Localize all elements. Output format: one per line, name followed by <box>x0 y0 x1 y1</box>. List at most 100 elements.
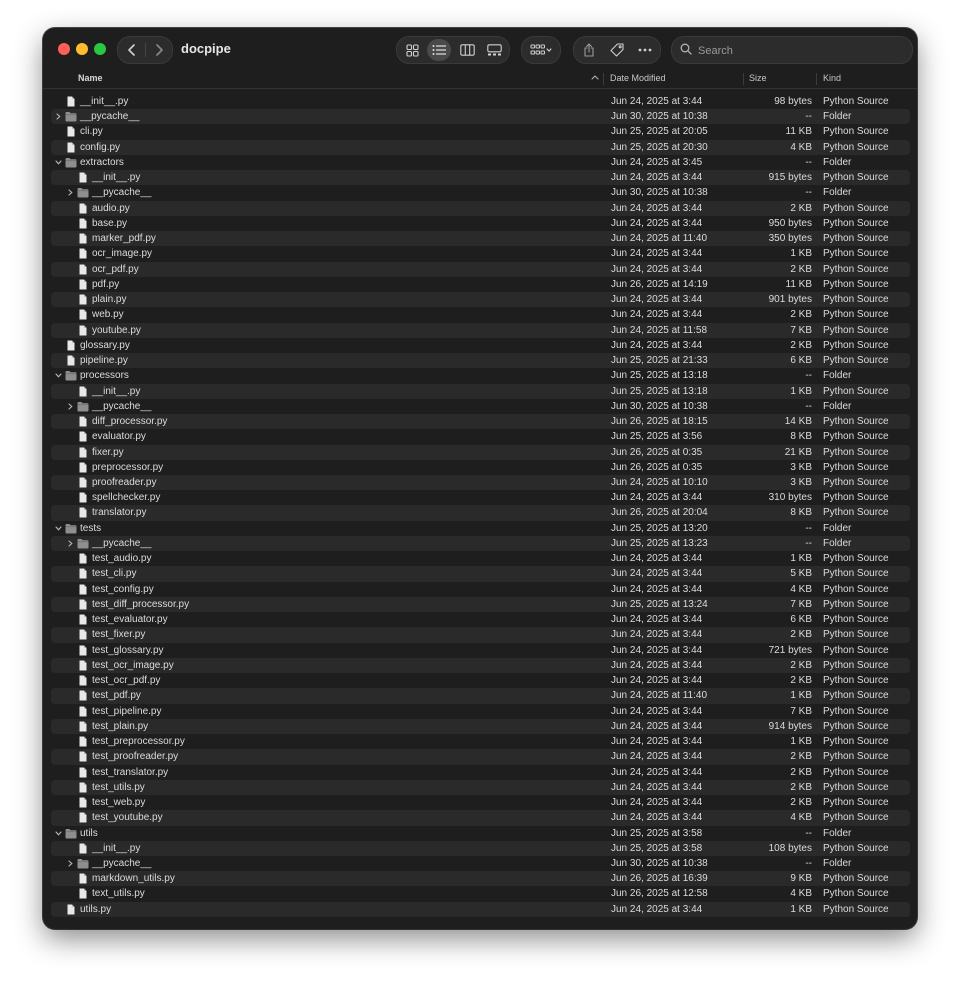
tag-icon <box>610 43 624 57</box>
file-row[interactable]: text_utils.py Jun 26, 2025 at 12:58 4 KB Py… <box>51 886 910 901</box>
zoom-window-button[interactable] <box>94 43 106 55</box>
disclosure-expanded-button[interactable] <box>53 155 63 170</box>
file-row[interactable]: evaluator.py Jun 25, 2025 at 3:56 8 KB Pyth… <box>51 429 910 444</box>
disclosure-collapsed-button[interactable] <box>65 536 75 551</box>
item-kind: Folder <box>823 400 852 412</box>
column-divider[interactable] <box>603 73 604 85</box>
file-row[interactable]: test_utils.py Jun 24, 2025 at 3:44 2 KB Pyt… <box>51 779 910 796</box>
file-row[interactable]: audio.py Jun 24, 2025 at 3:44 2 KB Python S… <box>51 200 910 216</box>
file-row[interactable]: pdf.py Jun 26, 2025 at 14:19 11 KB Python S… <box>51 277 910 292</box>
file-row[interactable]: test_audio.py Jun 24, 2025 at 3:44 1 KB Pyt… <box>51 551 910 566</box>
file-row[interactable]: preprocessor.py Jun 26, 2025 at 0:35 3 KB P… <box>51 460 910 475</box>
file-row[interactable]: test_pdf.py Jun 24, 2025 at 11:40 1 KB Pyth… <box>51 688 910 704</box>
disclosure-collapsed-button[interactable] <box>65 856 75 871</box>
folder-row[interactable]: extractors Jun 24, 2025 at 3:45 -- Folder <box>51 155 910 170</box>
file-row[interactable]: test_youtube.py Jun 24, 2025 at 3:44 4 KB P… <box>51 810 910 826</box>
item-name: test_preprocessor.py <box>92 736 185 748</box>
file-row[interactable]: test_config.py Jun 24, 2025 at 3:44 4 KB Py… <box>51 582 910 597</box>
gallery-view-button[interactable] <box>482 39 506 61</box>
list-view-button[interactable] <box>427 39 451 61</box>
disclosure-expanded-button[interactable] <box>53 826 63 841</box>
item-size: 4 KB <box>790 812 812 824</box>
file-row[interactable]: ocr_image.py Jun 24, 2025 at 3:44 1 KB Pyth… <box>51 246 910 261</box>
minimize-window-button[interactable] <box>76 43 88 55</box>
file-row[interactable]: test_fixer.py Jun 24, 2025 at 3:44 2 KB Pyt… <box>51 627 910 643</box>
disclosure-collapsed-button[interactable] <box>65 399 75 414</box>
file-row[interactable]: youtube.py Jun 24, 2025 at 11:58 7 KB Pytho… <box>51 322 910 338</box>
folder-row[interactable]: __pycache__ Jun 25, 2025 at 13:23 -- Folder <box>51 535 910 552</box>
column-divider[interactable] <box>816 73 817 85</box>
item-kind: Python Source <box>823 96 889 107</box>
file-row[interactable]: __init__.py Jun 25, 2025 at 13:18 1 KB Pyth… <box>51 383 910 399</box>
disclosure-collapsed-button[interactable] <box>65 185 75 200</box>
group-by-button[interactable] <box>521 36 561 64</box>
file-row[interactable]: test_pipeline.py Jun 24, 2025 at 3:44 7 KB… <box>51 704 910 719</box>
file-row[interactable]: ocr_pdf.py Jun 24, 2025 at 3:44 2 KB Python… <box>51 261 910 277</box>
tag-button[interactable] <box>604 39 630 61</box>
folder-row[interactable]: __pycache__ Jun 30, 2025 at 10:38 -- Folder <box>51 185 910 200</box>
file-row[interactable]: test_proofreader.py Jun 24, 2025 at 3:44 2… <box>51 749 910 765</box>
disclosure-collapsed-button[interactable] <box>53 109 63 124</box>
file-row[interactable]: base.py Jun 24, 2025 at 3:44 950 bytes Pyth… <box>51 216 910 231</box>
column-view-button[interactable] <box>455 39 479 61</box>
column-header-size[interactable]: Size <box>749 73 767 83</box>
share-button[interactable] <box>576 39 602 61</box>
search-field[interactable] <box>671 36 913 64</box>
file-row[interactable]: spellchecker.py Jun 24, 2025 at 3:44 310 b… <box>51 490 910 505</box>
back-button[interactable] <box>118 37 145 63</box>
file-row[interactable]: utils.py Jun 24, 2025 at 3:44 1 KB Python S… <box>51 901 910 917</box>
file-row[interactable]: test_preprocessor.py Jun 24, 2025 at 3:44… <box>51 734 910 749</box>
column-header-date[interactable]: Date Modified <box>610 73 666 83</box>
file-row[interactable]: fixer.py Jun 26, 2025 at 0:35 21 KB Python … <box>51 444 910 460</box>
search-input[interactable] <box>696 41 900 61</box>
forward-button[interactable] <box>145 37 172 63</box>
file-row[interactable]: glossary.py Jun 24, 2025 at 3:44 2 KB Pytho… <box>51 338 910 353</box>
folder-row[interactable]: utils Jun 25, 2025 at 3:58 -- Folder <box>51 826 910 841</box>
disclosure-expanded-button[interactable] <box>53 368 63 383</box>
column-divider[interactable] <box>743 73 744 85</box>
item-name: test_evaluator.py <box>92 614 168 626</box>
file-row[interactable]: test_web.py Jun 24, 2025 at 3:44 2 KB Pytho… <box>51 795 910 810</box>
folder-row[interactable]: __pycache__ Jun 30, 2025 at 10:38 -- Folder <box>51 399 910 414</box>
file-row[interactable]: pipeline.py Jun 25, 2025 at 21:33 6 KB Pyth… <box>51 353 910 369</box>
file-row[interactable]: proofreader.py Jun 24, 2025 at 10:10 3 KB P… <box>51 475 910 491</box>
icon-view-button[interactable] <box>400 39 424 61</box>
file-row[interactable]: test_diff_processor.py Jun 25, 2025 at 13… <box>51 596 910 613</box>
item-size: -- <box>805 156 812 168</box>
column-header-name[interactable]: Name <box>78 73 103 83</box>
file-row[interactable]: config.py Jun 25, 2025 at 20:30 4 KB Python… <box>51 139 910 155</box>
file-row[interactable]: cli.py Jun 25, 2025 at 20:05 11 KB Python S… <box>51 124 910 139</box>
file-row[interactable]: test_plain.py Jun 24, 2025 at 3:44 914 byt… <box>51 718 910 735</box>
file-row[interactable]: markdown_utils.py Jun 26, 2025 at 16:39 9 … <box>51 871 910 887</box>
item-size: 2 KB <box>790 339 812 351</box>
file-row[interactable]: test_ocr_image.py Jun 24, 2025 at 3:44 2 K… <box>51 657 910 674</box>
group-by-icon <box>530 44 552 55</box>
document-icon <box>77 751 89 762</box>
file-row[interactable]: test_ocr_pdf.py Jun 24, 2025 at 3:44 2 KB P… <box>51 673 910 688</box>
close-window-button[interactable] <box>58 43 70 55</box>
file-row[interactable]: __init__.py Jun 24, 2025 at 3:44 98 bytes P… <box>51 94 910 109</box>
file-row[interactable]: __init__.py Jun 24, 2025 at 3:44 915 bytes… <box>51 170 910 186</box>
file-row[interactable]: marker_pdf.py Jun 24, 2025 at 11:40 350 by… <box>51 231 910 247</box>
folder-row[interactable]: tests Jun 25, 2025 at 13:20 -- Folder <box>51 521 910 536</box>
item-size: 11 KB <box>785 126 813 138</box>
file-row[interactable]: test_cli.py Jun 24, 2025 at 3:44 5 KB Pytho… <box>51 566 910 582</box>
folder-row[interactable]: __pycache__ Jun 30, 2025 at 10:38 -- Folder <box>51 856 910 871</box>
file-row[interactable]: test_translator.py Jun 24, 2025 at 3:44 2 … <box>51 765 910 780</box>
file-row[interactable]: translator.py Jun 26, 2025 at 20:04 8 KB Py… <box>51 505 910 521</box>
item-date-modified: Jun 24, 2025 at 3:44 <box>611 217 703 229</box>
file-row[interactable]: diff_processor.py Jun 26, 2025 at 18:15 14… <box>51 414 910 430</box>
file-row[interactable]: test_evaluator.py Jun 24, 2025 at 3:44 6 K… <box>51 612 910 627</box>
more-button[interactable] <box>632 39 658 61</box>
file-row[interactable]: test_glossary.py Jun 24, 2025 at 3:44 721 … <box>51 643 910 658</box>
item-kind: Python Source <box>823 461 889 473</box>
folder-row[interactable]: processors Jun 25, 2025 at 13:18 -- Folder <box>51 368 910 383</box>
item-name: test_ocr_image.py <box>92 659 174 671</box>
item-kind: Folder <box>823 156 852 168</box>
disclosure-expanded-button[interactable] <box>53 521 63 536</box>
file-row[interactable]: plain.py Jun 24, 2025 at 3:44 901 bytes Pyt… <box>51 292 910 308</box>
folder-row[interactable]: __pycache__ Jun 30, 2025 at 10:38 -- Folder <box>51 109 910 125</box>
file-row[interactable]: web.py Jun 24, 2025 at 3:44 2 KB Python Sou… <box>51 307 910 322</box>
column-header-kind[interactable]: Kind <box>823 73 841 83</box>
file-row[interactable]: __init__.py Jun 25, 2025 at 3:58 108 bytes… <box>51 840 910 856</box>
